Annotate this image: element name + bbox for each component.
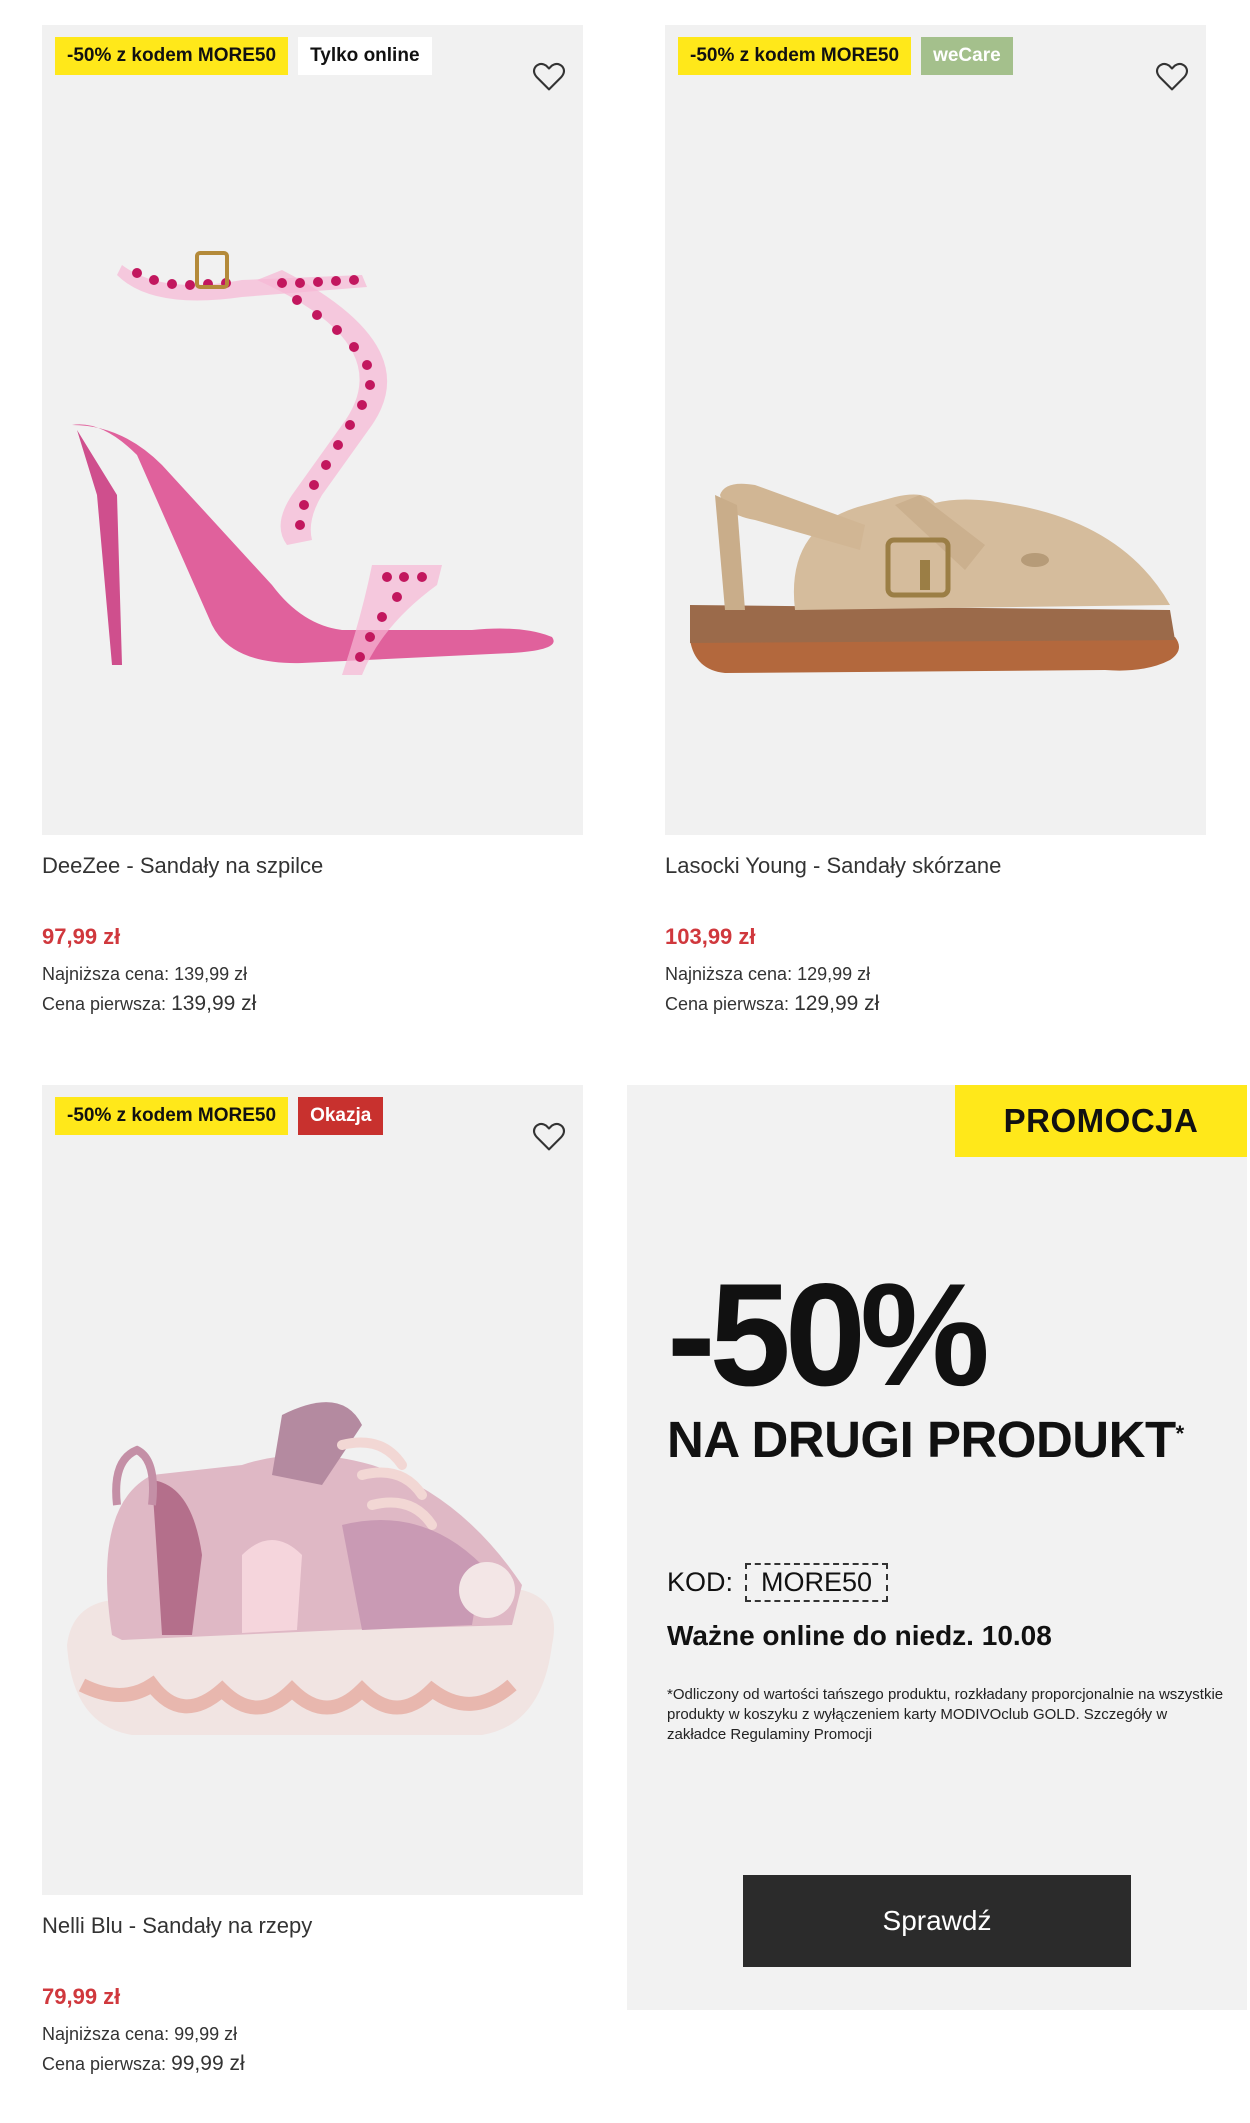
product-price: 79,99 zł xyxy=(42,1984,121,2009)
headline-footnote-mark: * xyxy=(1175,1421,1185,1446)
heart-icon[interactable] xyxy=(1153,58,1191,96)
product-price: 103,99 zł xyxy=(665,924,756,949)
check-button[interactable]: Sprawdź xyxy=(743,1875,1131,1967)
promo-code-label: KOD: xyxy=(667,1567,734,1597)
heart-icon[interactable] xyxy=(530,58,568,96)
lowest-price-label: Najniższa cena: xyxy=(665,964,793,984)
first-price-row: Cena pierwsza: 139,99 zł xyxy=(42,989,583,1019)
kids-sandal-image xyxy=(67,1402,554,1735)
lowest-price-row: Najniższa cena: 139,99 zł xyxy=(42,959,583,989)
lowest-price-value: 99,99 zł xyxy=(174,2024,238,2044)
lowest-price-row: Najniższa cena: 129,99 zł xyxy=(665,959,1206,989)
promo-code-badge: -50% z kodem MORE50 xyxy=(55,1097,289,1135)
promo-code-value[interactable]: MORE50 xyxy=(745,1563,889,1602)
first-price-row: Cena pierwsza: 99,99 zł xyxy=(42,2049,583,2079)
first-price-row: Cena pierwsza: 129,99 zł xyxy=(665,989,1206,1019)
lowest-price-label: Najniższa cena: xyxy=(42,2024,170,2044)
heeled-sandal-image xyxy=(72,251,554,675)
lowest-price-value: 129,99 zł xyxy=(797,964,871,984)
first-price-label: Cena pierwsza: xyxy=(42,2054,167,2074)
product-image[interactable]: -50% z kodem MORE50 Tylko online xyxy=(42,25,583,835)
first-price-value: 99,99 zł xyxy=(171,2052,245,2075)
promo-code-row: KOD: MORE50 xyxy=(667,1563,889,1602)
headline-text: NA DRUGI PRODUKT xyxy=(667,1411,1176,1468)
product-image[interactable]: -50% z kodem MORE50 Okazja xyxy=(42,1085,583,1895)
product-card[interactable]: -50% z kodem MORE50 weCare Lasocki Young… xyxy=(665,25,1206,1019)
okazja-badge: Okazja xyxy=(298,1097,384,1135)
product-title[interactable]: Nelli Blu - Sandały na rzepy xyxy=(42,1911,583,1941)
lowest-price-row: Najniższa cena: 99,99 zł xyxy=(42,2019,583,2049)
first-price-value: 139,99 zł xyxy=(171,992,257,1015)
promo-fine-print: *Odliczony od wartości tańszego produktu… xyxy=(667,1686,1224,1743)
clog-sandal-image xyxy=(690,483,1179,673)
online-only-badge: Tylko online xyxy=(298,37,432,75)
badge-group: -50% z kodem MORE50 Tylko online xyxy=(55,37,432,75)
product-card[interactable]: -50% z kodem MORE50 Okazja Nelli Blu - S… xyxy=(42,1085,583,2079)
promo-validity: Ważne online do niedz. 10.08 xyxy=(667,1620,1052,1651)
first-price-value: 129,99 zł xyxy=(794,992,880,1015)
promo-code-badge: -50% z kodem MORE50 xyxy=(55,37,289,75)
product-title[interactable]: Lasocki Young - Sandały skórzane xyxy=(665,851,1206,881)
promo-code-badge: -50% z kodem MORE50 xyxy=(678,37,912,75)
product-image[interactable]: -50% z kodem MORE50 weCare xyxy=(665,25,1206,835)
badge-group: -50% z kodem MORE50 Okazja xyxy=(55,1097,384,1135)
discount-percentage: -50% xyxy=(667,1253,990,1416)
badge-group: -50% z kodem MORE50 weCare xyxy=(678,37,1013,75)
lowest-price-label: Najniższa cena: xyxy=(42,964,170,984)
promo-headline: NA DRUGI PRODUKT* xyxy=(667,1410,1184,1470)
first-price-label: Cena pierwsza: xyxy=(665,994,790,1014)
product-price: 97,99 zł xyxy=(42,924,121,949)
wecare-badge: weCare xyxy=(921,37,1013,75)
first-price-label: Cena pierwsza: xyxy=(42,994,167,1014)
product-title[interactable]: DeeZee - Sandały na szpilce xyxy=(42,851,583,881)
promo-tag: PROMOCJA xyxy=(955,1085,1247,1157)
heart-icon[interactable] xyxy=(530,1118,568,1156)
lowest-price-value: 139,99 zł xyxy=(174,964,248,984)
promo-banner[interactable]: PROMOCJA -50% NA DRUGI PRODUKT* KOD: MOR… xyxy=(627,1085,1247,2010)
product-card[interactable]: -50% z kodem MORE50 Tylko online DeeZee … xyxy=(42,25,583,1019)
